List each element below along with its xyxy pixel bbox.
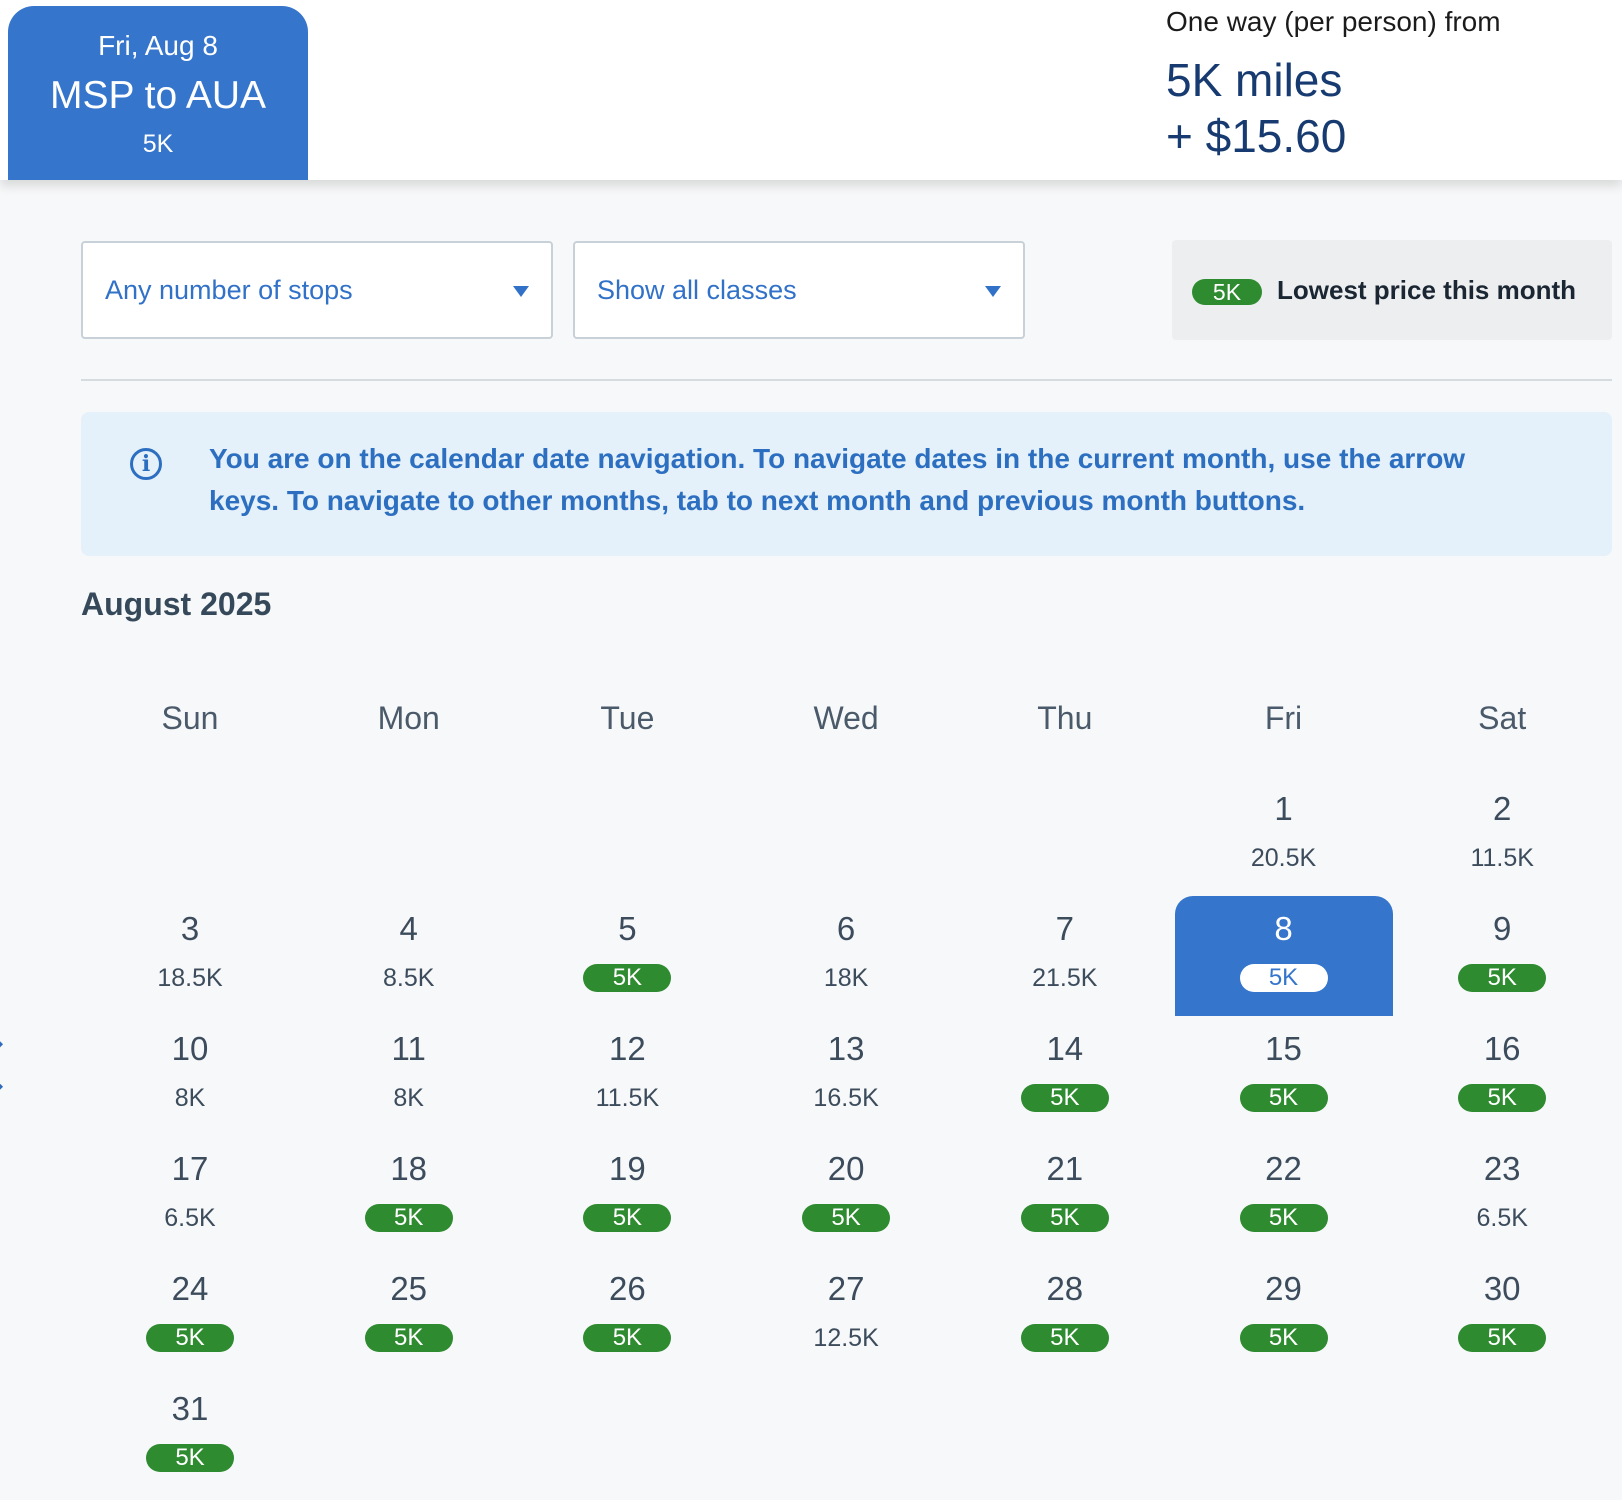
chevron-left-icon[interactable]	[0, 1040, 25, 1091]
day-number: 15	[1265, 1030, 1302, 1067]
day-number: 23	[1483, 1150, 1521, 1187]
day-price: 21.5K	[1032, 964, 1098, 992]
day-number: 14	[1046, 1030, 1084, 1067]
day-number: 3	[180, 910, 200, 947]
lowest-price-badge: 5K	[1458, 964, 1547, 992]
calendar-day[interactable]: 16 5K	[1393, 1016, 1611, 1136]
day-number: 22	[1265, 1150, 1302, 1187]
calendar-day[interactable]: 7 21.5K	[956, 896, 1174, 1016]
lowest-price-badge: 5K	[1239, 964, 1328, 992]
day-number: 2	[1493, 790, 1512, 827]
day-price: 6.5K	[1476, 1204, 1528, 1232]
day-number: 27	[827, 1270, 865, 1307]
day-number: 12	[609, 1030, 646, 1067]
calendar-day[interactable]: 8 5K	[1174, 896, 1393, 1016]
day-number: 10	[171, 1030, 209, 1067]
calendar-day[interactable]: 9 5K	[1393, 896, 1611, 1016]
lowest-price-badge: 5K	[364, 1324, 453, 1352]
lowest-price-badge: 5K	[583, 964, 672, 992]
calendar-day[interactable]: 14 5K	[956, 1016, 1174, 1136]
calendar-day[interactable]: 6 18K	[737, 896, 955, 1016]
day-number: 13	[827, 1030, 865, 1067]
day-number: 29	[1265, 1270, 1302, 1307]
day-price: 18K	[823, 964, 869, 992]
lowest-price-badge: 5K	[802, 1204, 891, 1232]
calendar-day[interactable]: 31 5K	[81, 1376, 299, 1496]
calendar-grid: 1 20.5K 2 11.5K 3 18.5K 4 8.5K 5 5K 6 18K 7 21.5K 8 5K 9…	[81, 0, 1612, 1500]
day-number: 5	[618, 910, 637, 947]
lowest-price-badge: 5K	[1458, 1084, 1547, 1112]
calendar-day[interactable]: 22 5K	[1175, 1136, 1393, 1256]
lowest-price-badge: 5K	[1239, 1084, 1328, 1112]
calendar-day[interactable]: 13 16.5K	[737, 1016, 955, 1136]
calendar-day[interactable]: 11 8K	[300, 1016, 518, 1136]
lowest-price-badge: 5K	[1020, 1324, 1109, 1352]
lowest-price-badge: 5K	[146, 1324, 234, 1352]
day-number: 25	[390, 1270, 428, 1307]
calendar-day[interactable]: 4 8.5K	[300, 896, 518, 1016]
lowest-price-badge: 5K	[583, 1204, 672, 1232]
calendar-day[interactable]: 15 5K	[1175, 1016, 1393, 1136]
day-number: 30	[1483, 1270, 1521, 1307]
day-number: 8	[1274, 910, 1293, 947]
lowest-price-badge: 5K	[1020, 1204, 1109, 1232]
calendar-day[interactable]: 25 5K	[300, 1256, 518, 1376]
calendar-day[interactable]: 23 6.5K	[1393, 1136, 1611, 1256]
day-number: 21	[1046, 1150, 1084, 1187]
day-number: 16	[1483, 1030, 1521, 1067]
lowest-price-badge: 5K	[146, 1444, 234, 1472]
calendar-day[interactable]: 10 8K	[81, 1016, 299, 1136]
calendar-day[interactable]: 28 5K	[956, 1256, 1174, 1376]
day-number: 17	[171, 1150, 209, 1187]
day-number: 18	[390, 1150, 428, 1187]
day-price: 12.5K	[813, 1324, 879, 1352]
day-number: 28	[1046, 1270, 1084, 1307]
day-price: 11.5K	[595, 1084, 660, 1112]
lowest-price-badge: 5K	[1239, 1204, 1328, 1232]
day-number: 11	[391, 1030, 426, 1067]
calendar-day[interactable]: 27 12.5K	[737, 1256, 955, 1376]
day-number: 31	[171, 1390, 209, 1427]
day-number: 6	[836, 910, 856, 947]
calendar-day[interactable]: 17 6.5K	[81, 1136, 299, 1256]
day-number: 24	[171, 1270, 209, 1307]
calendar-day[interactable]: 2 11.5K	[1393, 776, 1611, 896]
calendar-day[interactable]: 5 5K	[518, 896, 736, 1016]
day-price: 8K	[393, 1084, 424, 1112]
calendar-day[interactable]: 30 5K	[1393, 1256, 1611, 1376]
calendar-day[interactable]: 18 5K	[300, 1136, 518, 1256]
calendar-day[interactable]: 19 5K	[518, 1136, 736, 1256]
day-price: 20.5K	[1250, 844, 1317, 872]
lowest-price-badge: 5K	[583, 1324, 672, 1352]
day-number: 9	[1493, 910, 1512, 947]
day-price: 6.5K	[164, 1204, 216, 1232]
day-number: 20	[827, 1150, 865, 1187]
lowest-price-badge: 5K	[364, 1204, 453, 1232]
calendar-day[interactable]: 26 5K	[518, 1256, 736, 1376]
day-price: 16.5K	[813, 1084, 879, 1112]
calendar-day[interactable]: 29 5K	[1175, 1256, 1393, 1376]
calendar-day[interactable]: 1 20.5K	[1175, 776, 1393, 896]
lowest-price-badge: 5K	[1020, 1084, 1109, 1112]
calendar-day[interactable]: 3 18.5K	[81, 896, 299, 1016]
lowest-price-badge: 5K	[1458, 1324, 1547, 1352]
day-number: 7	[1055, 910, 1074, 947]
calendar-day[interactable]: 21 5K	[956, 1136, 1174, 1256]
day-price: 11.5K	[1470, 844, 1534, 872]
day-price: 8K	[174, 1084, 206, 1112]
day-number: 1	[1274, 790, 1293, 827]
calendar-day[interactable]: 12 11.5K	[518, 1016, 736, 1136]
day-price: 18.5K	[157, 964, 223, 992]
lowest-price-badge: 5K	[1239, 1324, 1328, 1352]
calendar-day[interactable]: 20 5K	[737, 1136, 955, 1256]
day-number: 4	[399, 910, 418, 947]
calendar-day[interactable]: 24 5K	[81, 1256, 299, 1376]
day-price: 8.5K	[382, 964, 435, 992]
day-number: 19	[609, 1150, 646, 1187]
day-number: 26	[609, 1270, 646, 1307]
